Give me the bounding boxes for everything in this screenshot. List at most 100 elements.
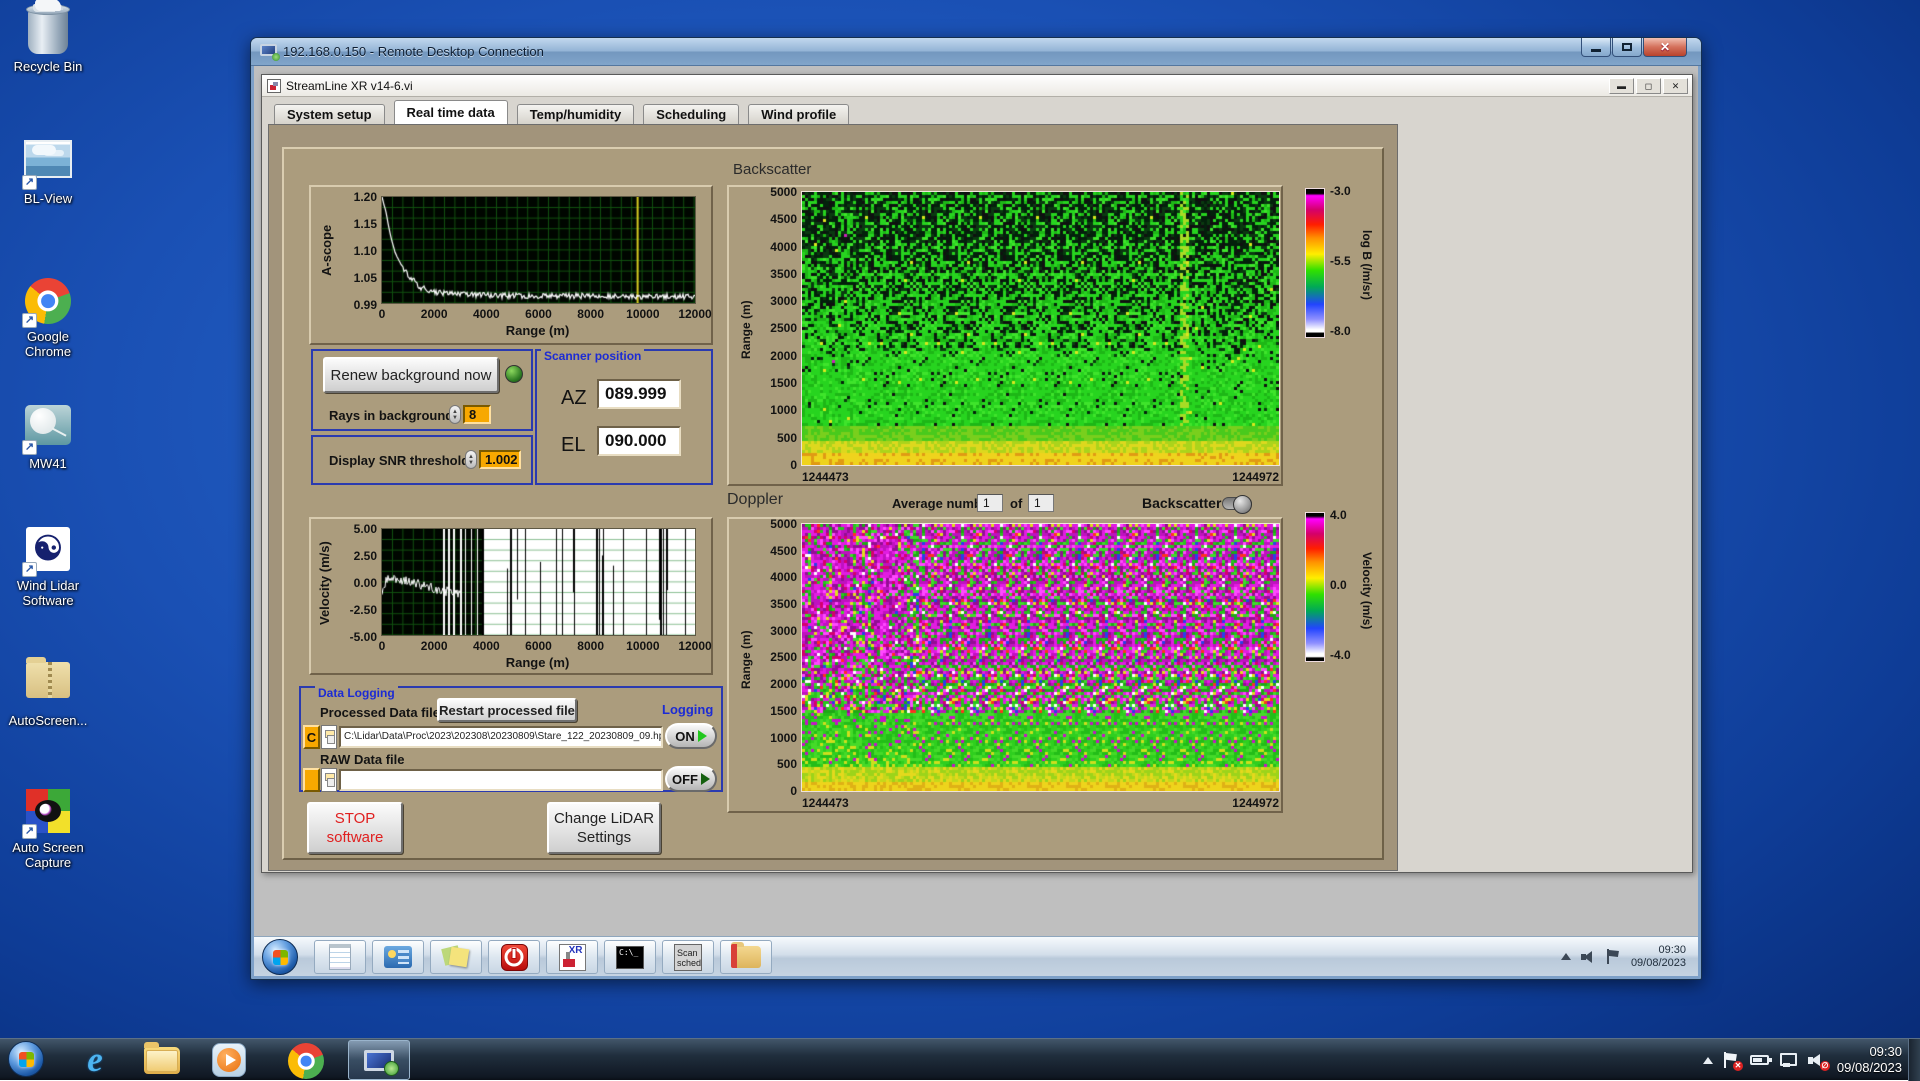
led-arrow-icon	[701, 773, 710, 785]
rdp-maximize-button[interactable]	[1612, 38, 1642, 57]
app-minimize-button[interactable]: ▬	[1609, 78, 1634, 94]
change-lidar-settings-button[interactable]: Change LiDAR Settings	[547, 802, 661, 854]
tab-system-setup[interactable]: System setup	[274, 104, 385, 124]
tick-label: 1.15	[353, 217, 377, 231]
start-button[interactable]	[8, 1041, 44, 1077]
raw-logging-toggle[interactable]: OFF	[665, 766, 717, 792]
remote-taskbar-streamline-xr[interactable]: XR	[546, 940, 598, 974]
tick-label: 500	[776, 757, 797, 772]
tray-expand-icon[interactable]	[1702, 1056, 1713, 1064]
desktop-icon-autoscreen-zip[interactable]: AutoScreen...	[0, 656, 96, 728]
processed-logging-state: ON	[675, 728, 695, 744]
tab-real-time-data[interactable]: Real time data	[393, 100, 508, 124]
app-maximize-button[interactable]: ◻	[1636, 78, 1661, 94]
remote-clock-time: 09:30	[1658, 943, 1686, 956]
data-logging-group: Data Logging Processed Data file Restart…	[299, 686, 723, 792]
processed-drive-letter[interactable]: C	[303, 725, 320, 749]
remote-clock[interactable]: 09:30 09/08/2023	[1631, 944, 1690, 970]
action-center-icon[interactable]: ✕	[1723, 1052, 1743, 1071]
snr-spinner[interactable]: ▲ ▼	[465, 450, 477, 469]
processed-file-browse-icon[interactable]	[321, 725, 337, 749]
tick-label: 2000	[420, 307, 448, 321]
windows-flag-icon	[18, 1051, 34, 1067]
sticky-notes-icon	[443, 945, 469, 969]
stop-software-button[interactable]: STOP software	[307, 802, 403, 854]
tick-label: 2.50	[353, 549, 377, 563]
remote-action-center-icon[interactable]	[1606, 949, 1621, 964]
network-icon[interactable]	[1779, 1053, 1797, 1067]
desktop-icon-recycle-bin[interactable]: Recycle Bin	[0, 0, 96, 74]
desktop-icon-bl-view[interactable]: ↗ BL-View	[0, 136, 96, 206]
app-titlebar[interactable]: StreamLine XR v14-6.vi ▬ ◻ ✕	[262, 75, 1692, 97]
tick-label: 5000	[770, 517, 797, 531]
tick-label: 0.00	[353, 576, 377, 590]
remote-taskbar-sticky-notes[interactable]	[430, 940, 482, 974]
tab-temp-humidity[interactable]: Temp/humidity	[516, 104, 635, 124]
tab-scheduling[interactable]: Scheduling	[643, 104, 740, 124]
taskbar-file-explorer[interactable]	[144, 1042, 180, 1074]
el-value-field[interactable]: 090.000	[597, 426, 681, 456]
desktop-icon-wind-lidar-software[interactable]: ☯ ↗ Wind Lidar Software	[0, 526, 96, 608]
chrome-icon: ↗	[22, 278, 72, 328]
rays-spinner[interactable]: ▲ ▼	[449, 405, 461, 424]
remote-taskbar-notepad[interactable]	[314, 940, 366, 974]
rdp-window: 192.168.0.150 - Remote Desktop Connectio…	[250, 37, 1702, 980]
desktop-icon-auto-screen-capture[interactable]: ↗ Auto Screen Capture	[0, 788, 96, 870]
processed-path-field[interactable]: C:\Lidar\Data\Proc\2023\202308\20230809\…	[339, 726, 663, 748]
battery-icon[interactable]	[1749, 1055, 1772, 1065]
show-desktop-button[interactable]	[1908, 1039, 1920, 1081]
backscatter-section-title: Backscatter	[733, 161, 812, 178]
rdp-close-button[interactable]: ✕	[1643, 38, 1687, 57]
taskbar-rdp-active-window[interactable]	[348, 1040, 410, 1080]
desktop-icon-label: MW41	[29, 456, 67, 471]
a-scope-y-ticks: 1.20 1.15 1.10 1.05 0.99	[337, 191, 377, 311]
taskbar-internet-explorer[interactable]: e	[78, 1042, 112, 1077]
backscatter-colorbar-label: log B (/m/sr)	[1360, 229, 1374, 300]
taskbar-chrome[interactable]	[288, 1043, 324, 1079]
raw-file-browse-icon[interactable]	[321, 768, 337, 792]
rdp-titlebar[interactable]: 192.168.0.150 - Remote Desktop Connectio…	[251, 38, 1701, 66]
backscatter-x-labels: 1244473 1244972	[802, 470, 1279, 484]
app-close-button[interactable]: ✕	[1663, 78, 1688, 94]
a-scope-plot-area	[381, 196, 696, 304]
raw-path-field[interactable]	[339, 769, 663, 791]
desktop-icon-google-chrome[interactable]: ↗ Google Chrome	[0, 278, 96, 359]
raw-drive-letter[interactable]	[303, 768, 320, 792]
remote-tray-expand-icon[interactable]	[1560, 953, 1571, 960]
el-label: EL	[561, 434, 586, 456]
az-value-field[interactable]: 089.999	[597, 379, 681, 409]
backscatter-doppler-toggle[interactable]	[1222, 495, 1252, 514]
remote-taskbar-control-app[interactable]	[372, 940, 424, 974]
windows-flag-icon	[272, 949, 288, 965]
snr-value-field[interactable]: 1.002	[479, 450, 521, 469]
wind-lidar-icon: ☯ ↗	[22, 527, 72, 577]
remote-volume-icon[interactable]	[1580, 950, 1597, 964]
remote-desktop-session: StreamLine XR v14-6.vi ▬ ◻ ✕ System setu…	[254, 66, 1698, 976]
desktop-icon-mw41[interactable]: ↗ MW41	[0, 402, 96, 471]
scanner-position-group: Scanner position AZ 089.999 EL 090.000	[535, 349, 713, 485]
remote-taskbar-folder[interactable]	[720, 940, 772, 974]
processed-logging-toggle[interactable]: ON	[665, 723, 717, 749]
scan-scheduler-icon: Scan sched	[674, 943, 702, 971]
remote-taskbar-power-app[interactable]	[488, 940, 540, 974]
renew-background-button[interactable]: Renew background now	[323, 357, 499, 393]
remote-taskbar-scan-scheduler[interactable]: Scan sched	[662, 940, 714, 974]
backscatter-colorbar	[1305, 188, 1325, 338]
taskbar-media-player[interactable]	[212, 1043, 246, 1077]
average-number-field[interactable]: 1	[977, 494, 1003, 512]
average-total-field[interactable]: 1	[1028, 494, 1054, 512]
volume-muted-icon[interactable]: ∅	[1807, 1053, 1830, 1071]
remote-taskbar-command-prompt[interactable]: C:\_	[604, 940, 656, 974]
host-clock-date: 09/08/2023	[1836, 1060, 1902, 1075]
velocity-y-ticks: 5.00 2.50 0.00 -2.50 -5.00	[333, 523, 377, 643]
host-clock[interactable]: 09:30 09/08/2023	[1837, 1044, 1902, 1076]
remote-start-button[interactable]	[262, 939, 298, 975]
desktop-icon-label: BL-View	[23, 191, 73, 206]
tick-label: 500	[776, 430, 797, 445]
desktop-icon-label: Recycle Bin	[13, 59, 83, 74]
shortcut-arrow-icon: ↗	[22, 313, 37, 328]
restart-processed-file-button[interactable]: Restart processed file	[437, 698, 577, 722]
rays-value-field[interactable]: 8	[463, 405, 491, 424]
tab-wind-profile[interactable]: Wind profile	[748, 104, 850, 124]
rdp-minimize-button[interactable]	[1581, 38, 1611, 57]
